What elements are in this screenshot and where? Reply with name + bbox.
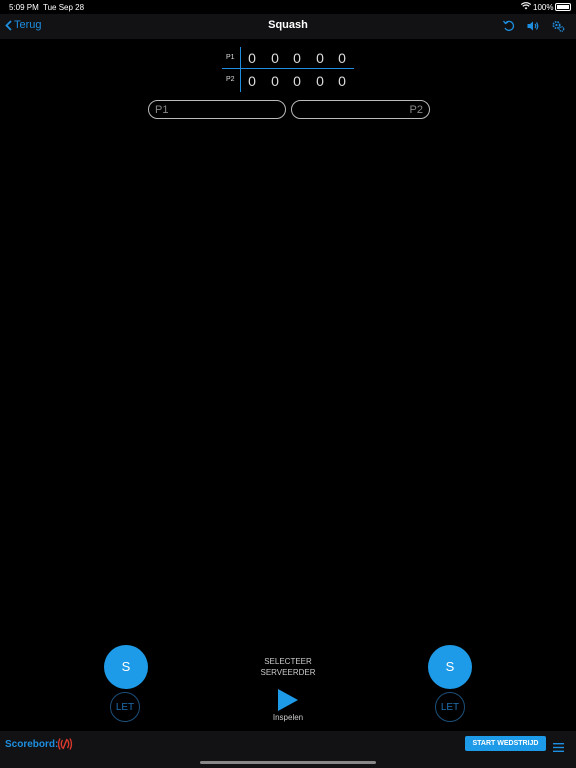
start-match-button[interactable]: START WEDSTRIJD: [465, 736, 546, 751]
score-grid: P1 P2 0 0 0 0 0 0 0 0 0 0: [222, 47, 354, 92]
status-time: 5:09 PM: [9, 3, 39, 12]
p2-game-score: 0: [338, 73, 346, 89]
player2-name-field[interactable]: P2: [291, 100, 430, 119]
serve-left-button[interactable]: S: [104, 645, 148, 689]
warmup-label: Inspelen: [272, 713, 304, 722]
p2-game-score: 0: [248, 73, 256, 89]
let-right-button[interactable]: LET: [435, 692, 465, 722]
select-line-1: SELECTEER: [264, 657, 312, 666]
grid-divider-horizontal: [222, 68, 354, 69]
battery-icon: [555, 3, 571, 11]
wifi-icon: [520, 2, 532, 12]
menu-icon[interactable]: [553, 739, 564, 757]
broadcast-off-icon[interactable]: [57, 737, 73, 756]
p2-game-score: 0: [316, 73, 324, 89]
p2-game-score: 0: [271, 73, 279, 89]
p1-game-score: 0: [248, 50, 256, 66]
select-server-text: SELECTEER SERVEERDER: [238, 656, 338, 678]
player1-name-field[interactable]: P1: [148, 100, 286, 119]
p1-game-score: 0: [316, 50, 324, 66]
serve-right-button[interactable]: S: [428, 645, 472, 689]
page-title: Squash: [268, 19, 308, 31]
p1-game-score: 0: [271, 50, 279, 66]
status-date: Tue Sep 28: [43, 3, 85, 12]
p1-row-label: P1: [226, 54, 235, 61]
status-bar: 5:09 PM Tue Sep 28 100%: [0, 0, 576, 14]
nav-bar: Terug Squash: [0, 14, 576, 39]
let-left-button[interactable]: LET: [110, 692, 140, 722]
settings-gear-icon[interactable]: [551, 19, 565, 33]
play-icon: [278, 689, 298, 711]
p2-game-score: 0: [293, 73, 301, 89]
p1-game-score: 0: [293, 50, 301, 66]
speaker-icon[interactable]: [526, 19, 540, 33]
home-indicator: [200, 761, 376, 764]
p1-game-score: 0: [338, 50, 346, 66]
scorebord-label: Scorebord:: [5, 739, 59, 750]
p2-row-label: P2: [226, 76, 235, 83]
battery-percent: 100%: [533, 3, 554, 12]
grid-divider-vertical: [240, 47, 241, 92]
select-line-2: SERVEERDER: [260, 668, 316, 677]
undo-icon[interactable]: [502, 19, 516, 33]
